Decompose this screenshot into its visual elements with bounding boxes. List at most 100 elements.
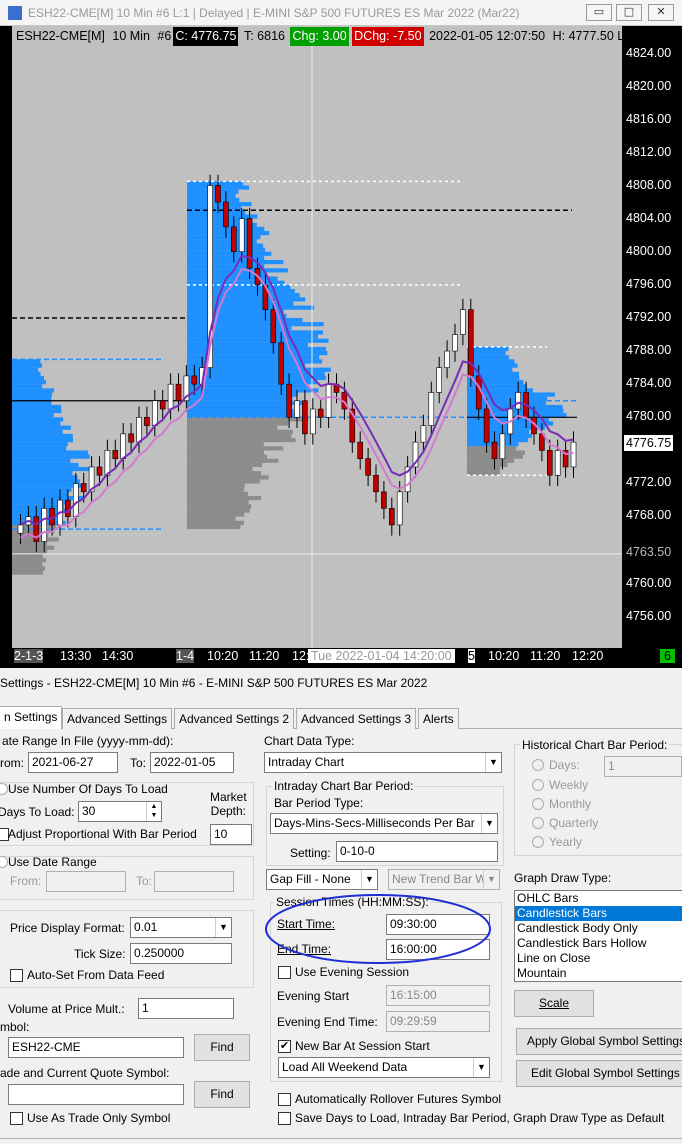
days-stepper[interactable]: ▲ ▼: [146, 802, 161, 821]
volume-profile-bar: [187, 454, 268, 459]
price-format-value: 0.01: [134, 920, 158, 934]
find-trade-symbol-button[interactable]: Find: [194, 1081, 250, 1108]
auto-rollover-checkbox[interactable]: [278, 1093, 291, 1106]
candle-body: [215, 185, 221, 203]
candle-body: [388, 508, 395, 526]
scale-button[interactable]: Scale: [514, 990, 594, 1017]
candle-body: [309, 408, 316, 435]
candle-body: [96, 466, 103, 476]
graph-draw-option[interactable]: OHLC Bars: [515, 891, 682, 906]
hist-quarterly-radio[interactable]: [532, 817, 544, 829]
minimize-button[interactable]: ▭: [586, 4, 612, 21]
save-days-checkbox[interactable]: [278, 1112, 291, 1125]
vap-field[interactable]: 1: [138, 998, 234, 1019]
setting-field[interactable]: 0-10-0: [336, 841, 498, 862]
candle-body: [238, 218, 245, 253]
volume-profile-bar: [12, 545, 55, 550]
price-format-select[interactable]: 0.01 ▼: [130, 917, 232, 938]
trade-symbol-field[interactable]: [8, 1084, 184, 1105]
hist-days-field[interactable]: 1: [604, 756, 682, 777]
volume-profile-bar: [12, 388, 55, 393]
price-axis[interactable]: 4824.00 4820.00 4816.00 4812.00 4808.00 …: [622, 26, 682, 648]
volume-profile-bar: [187, 400, 303, 405]
new-bar-session-checkbox[interactable]: ✔: [278, 1040, 291, 1053]
hist-monthly-radio[interactable]: [532, 798, 544, 810]
price-tick: 4816.00: [626, 112, 672, 126]
time-axis[interactable]: 2-1-3 13:30 14:30 1-4 10:20 11:20 12: Tu…: [12, 648, 682, 668]
dr-to-field[interactable]: [154, 871, 234, 892]
tick-size-field[interactable]: 0.250000: [130, 943, 232, 964]
candle-body: [396, 491, 403, 526]
time-label: 11:20: [530, 649, 561, 663]
volume-profile-bar: [187, 504, 252, 509]
save-days-label: Save Days to Load, Intraday Bar Period, …: [295, 1111, 665, 1125]
candle-body: [483, 408, 490, 443]
to-date-field[interactable]: 2022-01-05: [150, 752, 234, 773]
dr-from-field[interactable]: [46, 871, 126, 892]
volume-profile-bar: [12, 479, 80, 484]
hist-days-label: Days:: [549, 758, 580, 772]
symbol-field[interactable]: ESH22-CME: [8, 1037, 184, 1058]
market-depth-field[interactable]: 10: [210, 824, 252, 845]
maximize-button[interactable]: □: [616, 4, 642, 21]
graph-draw-option[interactable]: Candlestick Body Only: [515, 921, 682, 936]
evening-end-label: Evening End Time:: [277, 1015, 378, 1029]
evening-end-field[interactable]: 09:29:59: [386, 1011, 490, 1032]
volume-profile-bar: [187, 516, 236, 521]
volume-profile-bar: [12, 491, 68, 497]
volume-profile-bar: [187, 367, 331, 372]
hist-yearly-radio[interactable]: [532, 836, 544, 848]
tab-advanced-settings-2[interactable]: Advanced Settings 2: [174, 708, 295, 729]
graph-draw-option[interactable]: Candlestick Bars Hollow: [515, 936, 682, 951]
close-button[interactable]: ✕: [648, 4, 674, 21]
find-symbol-button[interactable]: Find: [194, 1034, 250, 1061]
hist-weekly-radio[interactable]: [532, 779, 544, 791]
apply-global-settings-button[interactable]: Apply Global Symbol Settings: [516, 1028, 682, 1055]
tab-advanced-settings[interactable]: Advanced Settings: [62, 708, 173, 729]
hist-quarterly-label: Quarterly: [549, 816, 599, 830]
time-label: 6: [660, 649, 675, 663]
header-symbol: ESH22-CME[M]: [16, 29, 105, 43]
volume-profile-bar: [187, 458, 279, 463]
new-bar-session-label: New Bar At Session Start: [295, 1039, 430, 1053]
graph-draw-option-selected[interactable]: Candlestick Bars: [515, 906, 682, 921]
tab-advanced-settings-3[interactable]: Advanced Settings 3: [296, 708, 417, 729]
load-weekend-select[interactable]: Load All Weekend Data ▼: [278, 1057, 490, 1078]
load-weekend-value: Load All Weekend Data: [282, 1060, 408, 1074]
hist-days-radio[interactable]: [532, 759, 544, 771]
candle-body: [41, 508, 48, 542]
volume-profile-bar: [467, 429, 530, 434]
candle-body: [270, 309, 277, 344]
from-date-field[interactable]: 2021-06-27: [28, 752, 118, 773]
trade-only-label: Use As Trade Only Symbol: [27, 1111, 171, 1125]
graph-draw-option[interactable]: Mountain: [515, 966, 682, 981]
volume-profile-bar: [187, 251, 272, 256]
bar-period-type-select[interactable]: Days-Mins-Secs-Milliseconds Per Bar ▼: [270, 813, 498, 834]
candle-body: [365, 458, 371, 476]
chart-area[interactable]: [12, 26, 622, 648]
graph-draw-option[interactable]: Line on Close: [515, 951, 682, 966]
evening-start-field[interactable]: 16:15:00: [386, 985, 490, 1006]
chevron-down-icon: ▼: [483, 870, 499, 889]
chart-data-type-select[interactable]: Intraday Chart ▼: [264, 752, 502, 773]
graph-draw-listbox[interactable]: OHLC Bars Candlestick Bars Candlestick B…: [514, 890, 682, 982]
new-trend-select[interactable]: New Trend Bar W ▼: [388, 869, 500, 890]
volume-profile-bar: [12, 392, 53, 397]
volume-profile-bar: [187, 259, 284, 265]
candle-body: [294, 400, 300, 418]
to-label: To:: [130, 756, 147, 770]
edit-global-settings-button[interactable]: Edit Global Symbol Settings: [516, 1060, 682, 1087]
candle-body: [554, 450, 561, 476]
auto-set-checkbox[interactable]: [10, 969, 23, 982]
volume-profile-bar: [12, 446, 67, 451]
volume-profile-bar: [12, 400, 52, 405]
tab-alerts[interactable]: Alerts: [418, 708, 459, 729]
volume-profile-bar: [12, 421, 61, 426]
tab-main-settings[interactable]: n Settings: [0, 706, 63, 729]
volume-profile-bar: [12, 417, 64, 422]
trade-only-checkbox[interactable]: [10, 1112, 23, 1125]
price-chart[interactable]: [12, 26, 622, 648]
volume-profile-bar: [467, 437, 528, 443]
volume-profile-bar: [187, 231, 270, 236]
gap-fill-select[interactable]: Gap Fill - None ▼: [266, 869, 378, 890]
